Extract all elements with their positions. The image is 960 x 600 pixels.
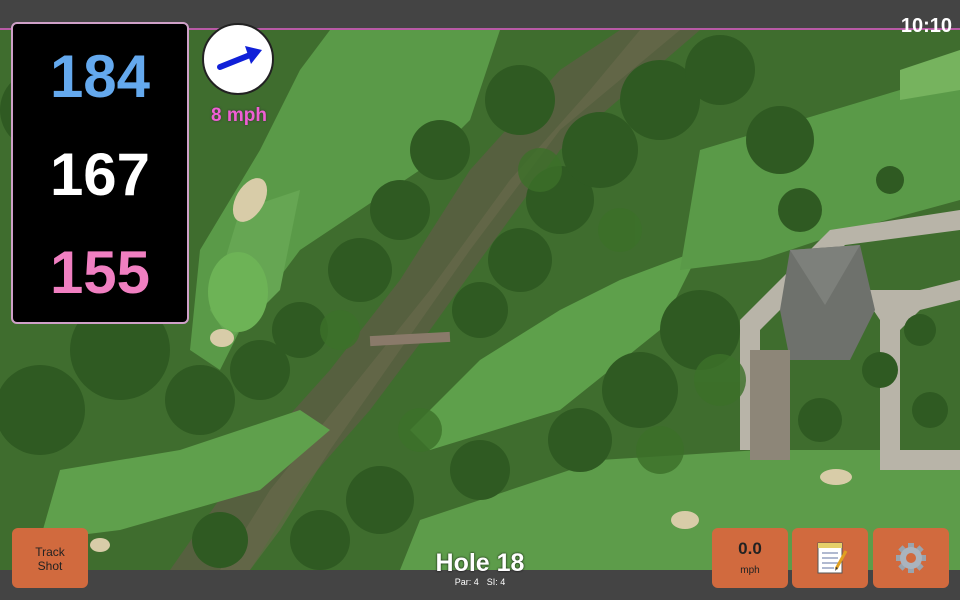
wind-speed-label: 8 mph xyxy=(211,105,267,126)
track-shot-label-line2: Shot xyxy=(37,559,63,573)
hole-si: SI: 4 xyxy=(486,577,506,587)
notepad-icon xyxy=(817,542,848,574)
hole-title: Hole 18 xyxy=(435,549,525,577)
distance-front: 155 xyxy=(49,239,151,306)
distance-back: 184 xyxy=(49,43,151,110)
settings-button[interactable] xyxy=(873,528,949,588)
status-clock: 10:10 xyxy=(900,15,952,37)
hole-par: Par: 4 xyxy=(454,577,479,587)
speed-value: 0.0 xyxy=(738,539,762,558)
wind-indicator xyxy=(202,23,274,95)
notes-button[interactable] xyxy=(792,528,868,588)
distance-middle: 167 xyxy=(49,141,151,208)
speed-button[interactable]: 0.0 mph xyxy=(712,528,788,588)
hole-info: Par: 4 SI: 4 xyxy=(380,577,580,587)
distance-panel: 184 167 155 xyxy=(11,22,189,324)
track-shot-label-line1: Track xyxy=(35,545,65,559)
wind-direction-arrow-icon xyxy=(217,46,262,70)
track-shot-button[interactable]: Track Shot xyxy=(12,528,88,588)
gear-icon xyxy=(896,543,926,573)
speed-unit: mph xyxy=(740,565,760,576)
